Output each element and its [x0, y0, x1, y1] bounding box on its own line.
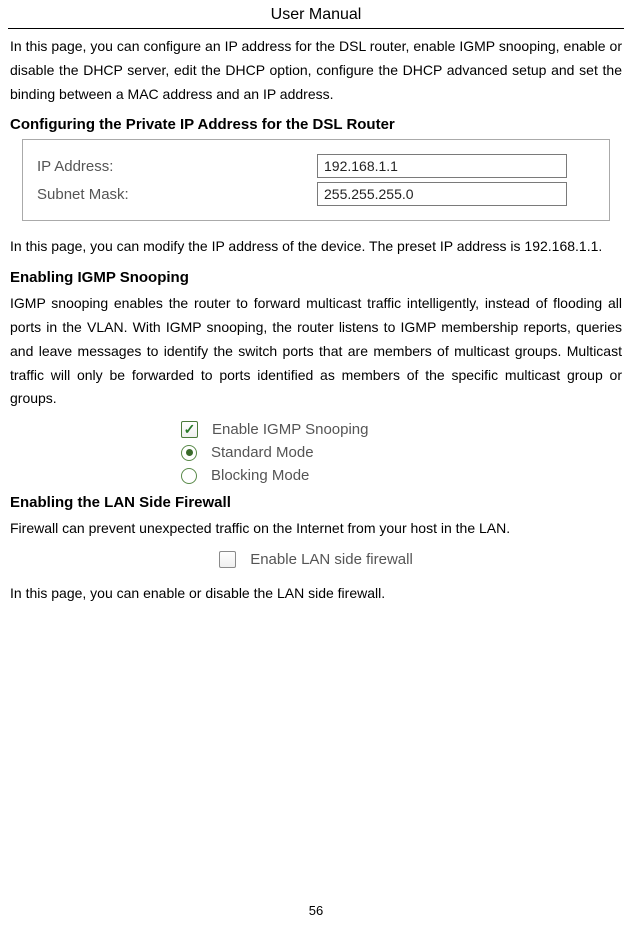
igmp-enable-label: Enable IGMP Snooping	[212, 421, 369, 438]
header-title: User Manual	[271, 6, 362, 23]
firewall-after-paragraph: In this page, you can enable or disable …	[10, 582, 622, 606]
igmp-standard-radio[interactable]	[181, 445, 197, 461]
igmp-blocking-label: Blocking Mode	[211, 467, 309, 484]
ip-address-label: IP Address:	[37, 158, 317, 175]
igmp-controls: Enable IGMP Snooping Standard Mode Block…	[161, 421, 471, 484]
ip-address-row: IP Address:	[37, 154, 595, 178]
firewall-controls: Enable LAN side firewall	[161, 551, 471, 568]
firewall-enable-row: Enable LAN side firewall	[161, 551, 471, 568]
igmp-enable-checkbox[interactable]	[181, 421, 198, 438]
subnet-mask-input[interactable]	[317, 182, 567, 206]
igmp-enable-row: Enable IGMP Snooping	[161, 421, 471, 438]
firewall-enable-checkbox[interactable]	[219, 551, 236, 568]
firewall-enable-label: Enable LAN side firewall	[250, 551, 413, 568]
ip-config-panel: IP Address: Subnet Mask:	[22, 139, 610, 221]
igmp-standard-row: Standard Mode	[161, 444, 471, 461]
igmp-standard-label: Standard Mode	[211, 444, 314, 461]
igmp-paragraph: IGMP snooping enables the router to forw…	[10, 292, 622, 411]
page-header: User Manual	[8, 0, 624, 29]
ip-address-input[interactable]	[317, 154, 567, 178]
igmp-blocking-row: Blocking Mode	[161, 467, 471, 484]
ip-after-paragraph: In this page, you can modify the IP addr…	[10, 235, 622, 259]
intro-paragraph: In this page, you can configure an IP ad…	[10, 35, 622, 106]
subnet-mask-row: Subnet Mask:	[37, 182, 595, 206]
page-content: In this page, you can configure an IP ad…	[0, 29, 632, 606]
igmp-blocking-radio[interactable]	[181, 468, 197, 484]
section-heading-ip: Configuring the Private IP Address for t…	[10, 116, 622, 133]
subnet-mask-label: Subnet Mask:	[37, 186, 317, 203]
section-heading-firewall: Enabling the LAN Side Firewall	[10, 494, 622, 511]
section-heading-igmp: Enabling IGMP Snooping	[10, 269, 622, 286]
firewall-paragraph: Firewall can prevent unexpected traffic …	[10, 517, 622, 541]
page-number: 56	[0, 903, 632, 918]
